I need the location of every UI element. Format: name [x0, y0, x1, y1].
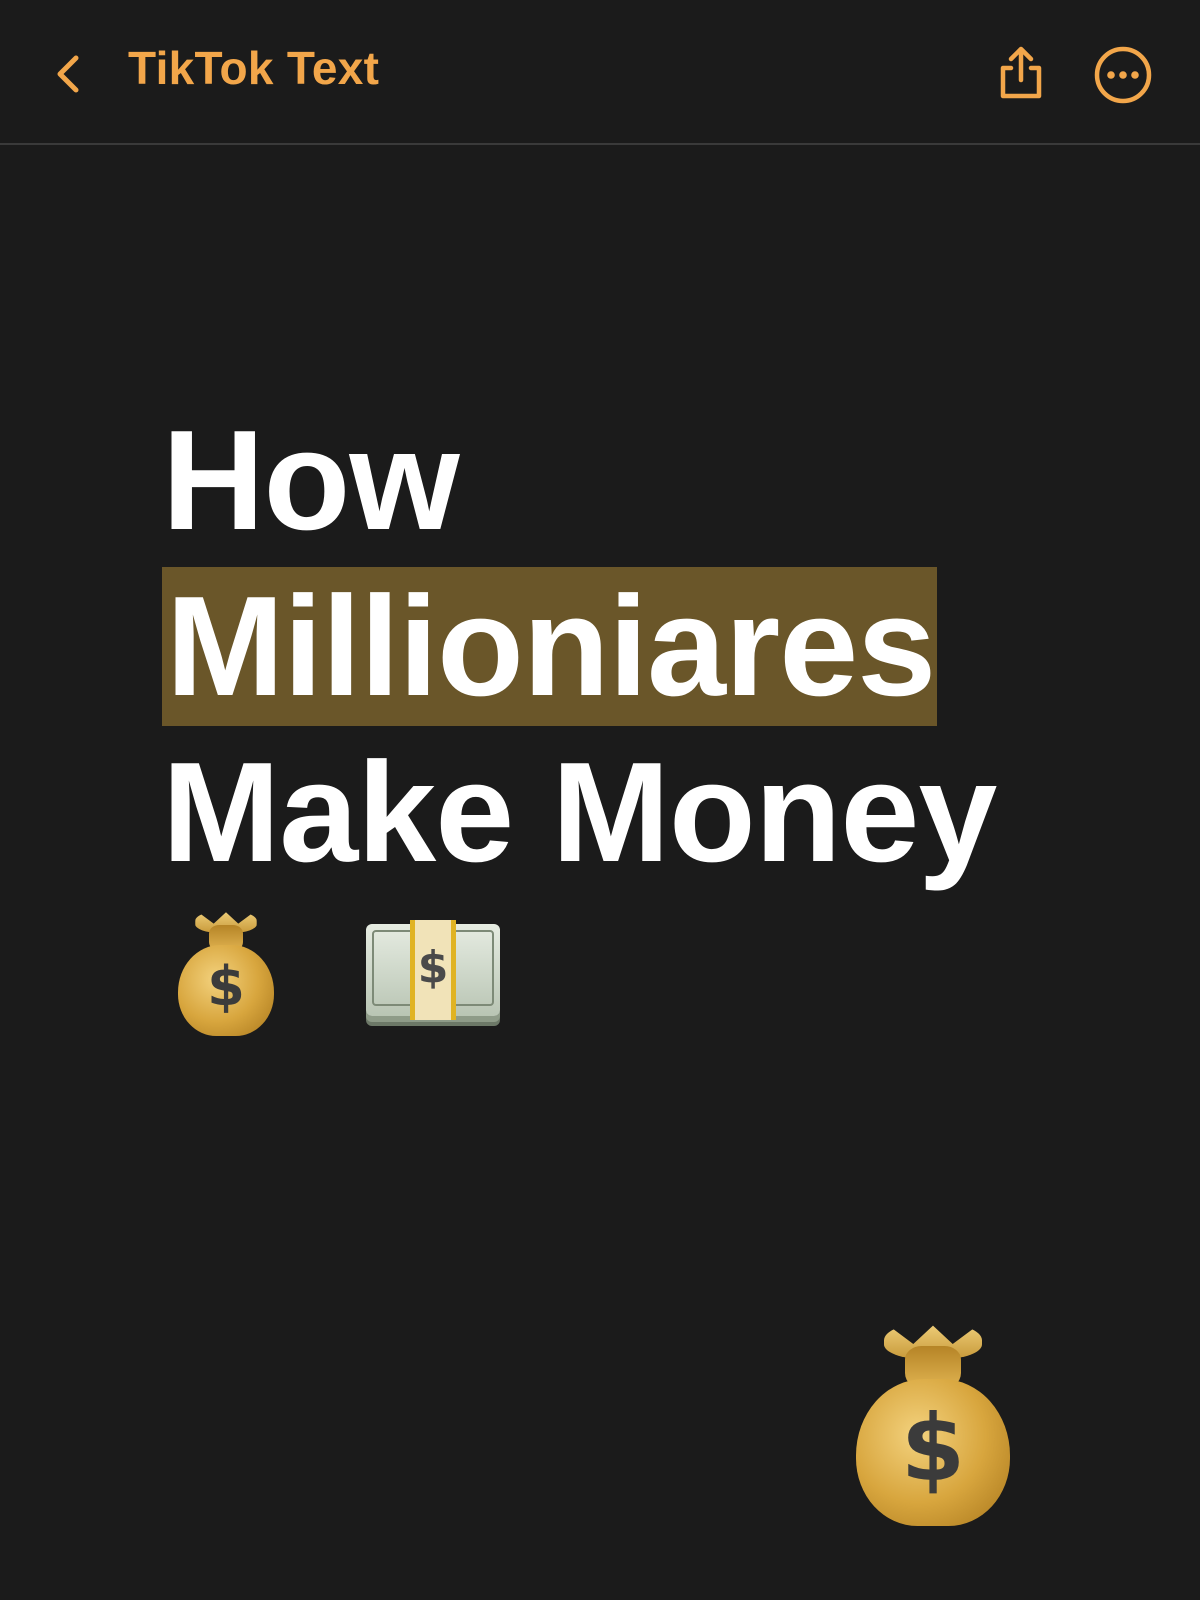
note-heading: How Millioniares Make Money: [162, 398, 1122, 896]
ellipsis-circle-icon: [1094, 46, 1152, 104]
dollar-banknote-emoji: $: [366, 920, 500, 1020]
share-button[interactable]: [992, 44, 1050, 102]
heading-line-2-highlighted: Millioniares: [162, 567, 938, 726]
share-icon: [1000, 46, 1042, 99]
note-folder-title[interactable]: TikTok Text: [128, 40, 379, 96]
navigation-bar: TikTok Text: [0, 0, 1200, 145]
money-bag-emoji: $: [178, 910, 274, 1036]
chevron-left-icon: [57, 55, 79, 93]
note-content[interactable]: How Millioniares Make Money: [162, 398, 1122, 896]
heading-line-1: How: [162, 401, 460, 560]
heading-line-3: Make Money: [162, 733, 997, 892]
money-bag-emoji-large: $: [856, 1322, 1010, 1526]
back-button[interactable]: [48, 50, 88, 98]
more-options-button[interactable]: [1092, 44, 1154, 106]
